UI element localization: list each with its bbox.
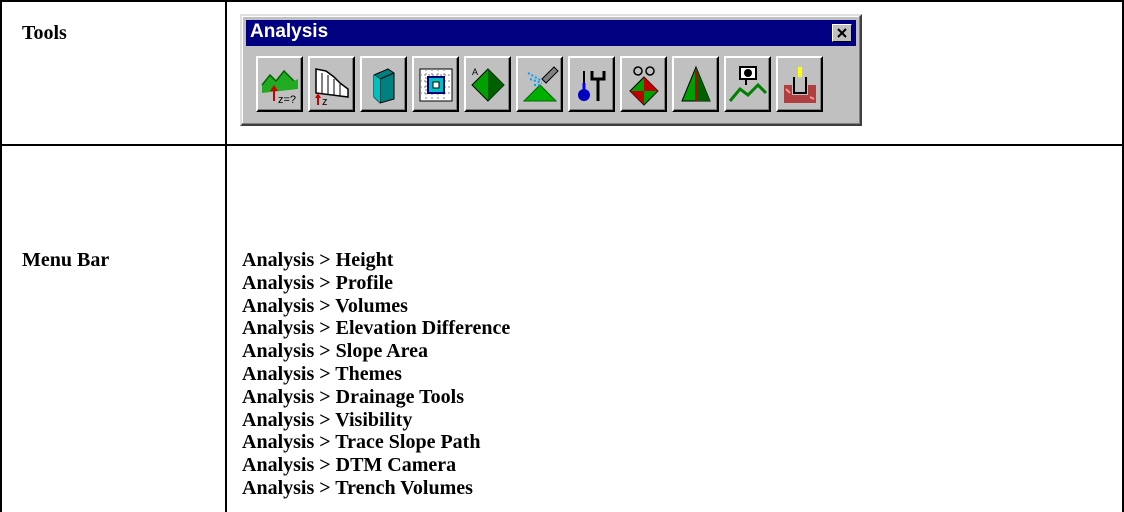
drainage-tools-button[interactable] [568,56,615,112]
dtm-camera-icon [728,66,768,102]
close-button[interactable] [832,24,852,42]
menu-path-volumes: Analysis > Volumes [242,294,408,317]
toolbar-button-row: z=? z A [256,56,844,114]
menu-path-profile: Analysis > Profile [242,271,394,294]
volumes-icon [373,68,395,104]
menu-path-list: Analysis > Height Analysis > Profile Ana… [242,249,510,500]
toolbar-title: Analysis [250,21,329,42]
reference-table: Tools Menu Bar Analysis z=? z A Analysis… [0,0,1124,512]
trace-slope-path-button[interactable] [672,56,719,112]
menu-path-slope-area: Analysis > Slope Area [242,340,429,363]
trench-volumes-button[interactable] [776,56,823,112]
themes-icon [522,66,559,102]
visibility-button[interactable] [620,56,667,112]
menu-path-dtm-camera: Analysis > DTM Camera [242,454,457,477]
themes-button[interactable] [516,56,563,112]
svg-text:A: A [472,67,478,77]
table-column-divider [225,0,227,512]
svg-text:z: z [322,96,328,107]
elevation-difference-button[interactable] [412,56,459,112]
menu-path-themes: Analysis > Themes [242,362,402,385]
menu-path-trench-volumes: Analysis > Trench Volumes [242,476,473,499]
menu-path-visibility: Analysis > Visibility [242,408,413,431]
visibility-icon [629,66,659,106]
menu-path-height: Analysis > Height [242,249,394,271]
toolbar-titlebar[interactable]: Analysis [246,20,856,46]
menu-path-drainage-tools: Analysis > Drainage Tools [242,385,465,408]
trench-volumes-icon [784,67,816,103]
table-border-left [0,0,2,512]
drainage-tools-icon [578,71,606,101]
close-icon [837,28,847,38]
table-border-top [0,0,1124,2]
menu-bar-row-label: Menu Bar [22,249,110,271]
trace-slope-path-icon [681,65,711,102]
menu-path-elevation-difference: Analysis > Elevation Difference [242,317,511,340]
slope-area-button[interactable]: A [464,56,511,112]
analysis-toolbar-window[interactable]: Analysis z=? z A [240,14,862,126]
height-button[interactable]: z=? [256,56,303,112]
profile-icon: z [315,68,349,107]
profile-button[interactable]: z [308,56,355,112]
tools-row-label: Tools [22,22,67,44]
volumes-button[interactable] [360,56,407,112]
dtm-camera-button[interactable] [724,56,771,112]
svg-text:z=?: z=? [278,94,296,106]
height-icon: z=? [261,69,298,106]
table-row-divider [0,144,1124,146]
elevation-difference-icon [419,68,453,102]
slope-area-icon: A [471,67,505,102]
menu-path-trace-slope-path: Analysis > Trace Slope Path [242,431,481,454]
